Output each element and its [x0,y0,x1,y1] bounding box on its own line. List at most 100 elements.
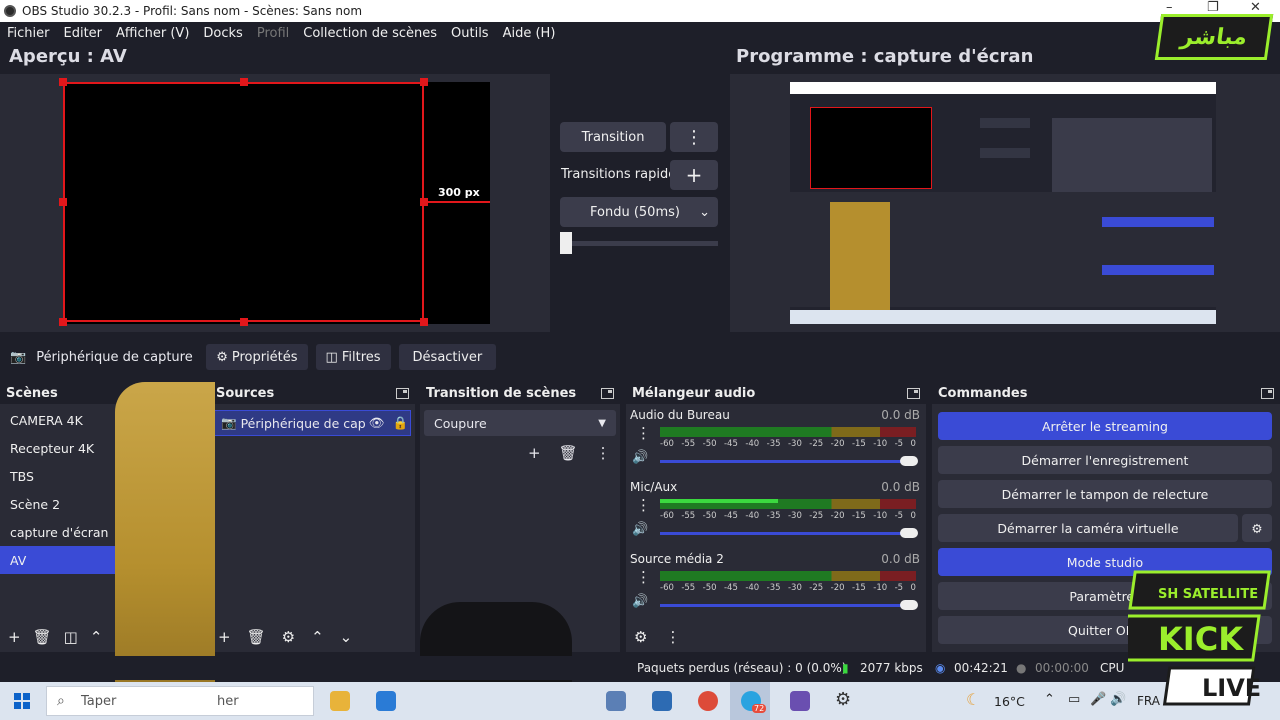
eye-icon[interactable]: 👁 [369,415,385,431]
volume-slider-knob[interactable] [900,528,918,538]
filter-icon[interactable]: ◫ [64,628,78,646]
app-icon[interactable] [652,691,672,711]
sources-dock: Sources 📷 Périphérique de captu 👁 🔒 + 🗑 … [210,382,415,652]
volume-slider[interactable] [660,456,918,466]
meter-scale-tick: -55 [681,439,696,449]
transition-button[interactable]: Transition [560,122,666,152]
menu-help[interactable]: Aide (H) [496,26,563,41]
menu-view[interactable]: Afficher (V) [109,26,196,41]
resize-handle[interactable] [420,78,428,86]
gear-icon[interactable]: ⚙ [282,628,295,646]
preview-area[interactable]: 300 px [0,74,550,332]
transition-select[interactable]: Coupure ▼ [424,410,616,436]
volume-slider[interactable] [660,528,918,538]
menu-tools[interactable]: Outils [444,26,496,41]
chevron-up-icon[interactable]: ⌃ [1044,692,1055,707]
meter-scale-tick: -45 [723,583,738,593]
maximize-button[interactable]: ❐ [1207,0,1219,15]
app-icon[interactable] [790,691,810,711]
menu-profile[interactable]: Profil [250,26,296,41]
speaker-icon[interactable]: 🔊 [1110,692,1126,707]
meter-scale-tick: -55 [681,511,696,521]
filters-button[interactable]: ◫ Filtres [315,344,391,370]
chevron-down-icon[interactable]: ⌄ [340,628,353,646]
volume-slider-knob[interactable] [900,456,918,466]
chrome-icon[interactable] [698,691,718,711]
microphone-icon[interactable]: 🎤 [1090,692,1106,707]
scenes-title: Scènes [6,385,58,401]
fade-transition-select[interactable]: Fondu (50ms) ⌄ [560,197,718,227]
menu-file[interactable]: Fichier [0,26,57,41]
resize-handle[interactable] [240,78,248,86]
gear-icon[interactable]: ⚙ [634,628,647,646]
virtual-camera-settings-gear-icon[interactable]: ⚙ [1242,514,1272,542]
volume-slider-knob[interactable] [900,600,918,610]
volume-slider[interactable] [660,600,918,610]
add-icon[interactable]: + [528,444,541,462]
resize-handle[interactable] [420,318,428,326]
deactivate-button[interactable]: Désactiver [398,344,497,370]
channel-menu-icon[interactable]: ⋮ [636,424,651,442]
gear-icon[interactable]: ⚙ [835,689,851,710]
record-time: 00:00:00 [1035,661,1089,675]
chevron-up-icon[interactable]: ⌃ [311,628,324,646]
telegram-taskbar-button[interactable]: 72 [730,682,770,720]
lock-icon[interactable]: 🔒 [392,415,408,431]
menu-docks[interactable]: Docks [196,26,249,41]
minimize-button[interactable]: – [1166,0,1173,15]
properties-button[interactable]: ⚙ Propriétés [206,344,308,370]
float-dock-icon[interactable] [396,387,409,399]
menu-scene-collection[interactable]: Collection de scènes [296,26,444,41]
add-icon[interactable]: + [218,628,231,646]
float-dock-icon[interactable] [601,387,614,399]
resize-handle[interactable] [240,318,248,326]
transition-slider-track[interactable] [560,241,718,246]
camera-icon: 📷 [10,349,27,365]
fade-transition-label: Fondu (50ms) [590,204,680,220]
trash-icon[interactable]: 🗑 [559,444,578,462]
resize-handle[interactable] [59,198,67,206]
source-item[interactable]: 📷 Périphérique de captu 👁 🔒 [214,410,411,436]
trash-icon[interactable]: 🗑 [247,628,266,646]
resize-handle[interactable] [59,78,67,86]
meter-scale-tick: -10 [873,583,888,593]
resize-handle[interactable] [59,318,67,326]
meter-scale-tick: -50 [702,439,717,449]
add-icon[interactable]: + [8,628,21,646]
more-icon[interactable]: ⋮ [665,628,680,646]
trash-icon[interactable]: 🗑 [33,628,52,646]
taskbar-search-input[interactable]: ⌕ Taper her [46,686,314,716]
meter-scale-tick: -35 [766,511,781,521]
float-dock-icon[interactable] [907,387,920,399]
float-dock-icon[interactable] [1261,387,1274,399]
transition-slider-handle[interactable] [560,232,572,254]
start-recording-button[interactable]: Démarrer l'enregistrement [938,446,1272,474]
store-icon[interactable] [376,691,396,711]
file-explorer-icon[interactable] [330,691,350,711]
speaker-icon[interactable]: 🔊 [632,594,648,609]
calculator-icon[interactable] [606,691,626,711]
audio-mixer-dock: Mélangeur audio Audio du Bureau 0.0 dB ⋮ … [626,382,926,652]
start-virtual-camera-button[interactable]: Démarrer la caméra virtuelle [938,514,1238,542]
add-quick-transition-icon[interactable]: + [670,160,718,190]
meter-scale-tick: -20 [830,583,845,593]
chevron-up-icon[interactable]: ⌃ [90,628,103,646]
channel-menu-icon[interactable]: ⋮ [636,568,651,586]
mixer-channel: Mic/Aux 0.0 dB ⋮ -60 -55 -50 -45 -40 -35 -30 -25… [630,480,920,538]
more-icon[interactable]: ⋮ [596,444,611,462]
transition-menu-icon[interactable]: ⋮ [670,122,718,152]
meter-scale: -60 -55 -50 -45 -40 -35 -30 -25 -20 -15 -10 -5 0 [660,439,916,449]
channel-menu-icon[interactable]: ⋮ [636,496,651,514]
source-selection-box[interactable] [63,82,424,322]
meter-scale-tick: -60 [660,439,674,449]
stream-time: 00:42:21 [954,661,1008,675]
meter-scale-tick: -30 [787,583,802,593]
close-button[interactable]: ✕ [1250,0,1261,15]
speaker-icon[interactable]: 🔊 [632,522,648,537]
windows-start-icon[interactable] [14,693,30,709]
start-replay-buffer-button[interactable]: Démarrer le tampon de relecture [938,480,1272,508]
speaker-icon[interactable]: 🔊 [632,450,648,465]
menu-edit[interactable]: Editer [57,26,110,41]
network-icon[interactable]: ▭ [1068,692,1080,707]
stop-streaming-button[interactable]: Arrêter le streaming [938,412,1272,440]
